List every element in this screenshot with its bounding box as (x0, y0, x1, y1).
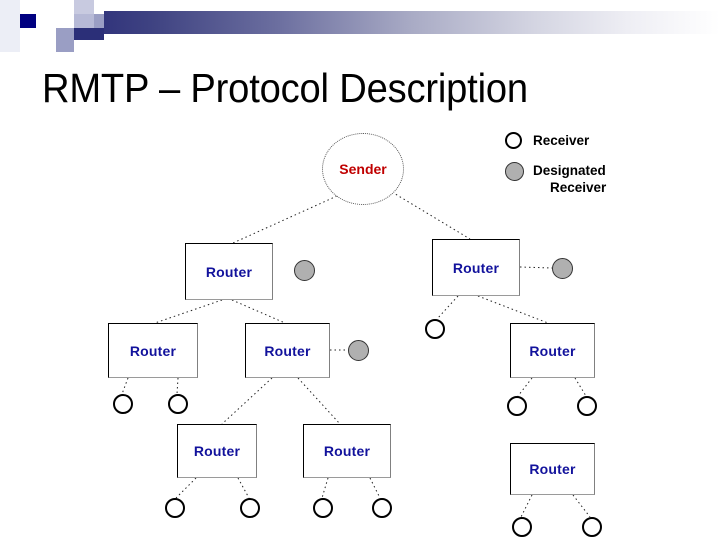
receiver-node-rx9[interactable] (372, 498, 392, 518)
legend-label-designated-receiver-line2: Receiver (550, 180, 607, 195)
diagram-legend: Receiver Designated Receiver (505, 128, 720, 203)
edge-r2-to-dr2 (519, 266, 553, 269)
router-node-r2[interactable]: Router (432, 239, 520, 296)
edge-r5-to-rx5 (574, 377, 587, 397)
router-node-r4[interactable]: Router (245, 323, 330, 378)
designated-receiver-node-dr2[interactable] (552, 258, 573, 279)
edge-r3-to-rx2 (121, 377, 129, 395)
router-node-r8[interactable]: Router (510, 443, 595, 495)
edge-r7-to-rx8 (321, 477, 329, 499)
edge-sender-to-r1 (232, 195, 338, 244)
router-node-r6[interactable]: Router (177, 424, 257, 478)
receiver-node-rx2[interactable] (113, 394, 133, 414)
router-node-r7[interactable]: Router (303, 424, 391, 478)
router-label: Router (264, 342, 311, 359)
router-node-r3[interactable]: Router (108, 323, 198, 378)
router-label: Router (529, 461, 576, 477)
edge-r1-to-r3 (154, 299, 223, 324)
receiver-node-rx11[interactable] (582, 517, 602, 537)
router-node-r5[interactable]: Router (510, 323, 595, 378)
router-label: Router (129, 342, 177, 359)
router-node-r1[interactable]: Router (185, 243, 273, 300)
receiver-node-rx8[interactable] (313, 498, 333, 518)
sender-label: Sender (339, 161, 387, 177)
edge-sender-to-r2 (391, 191, 471, 240)
edge-r2-to-r5 (477, 295, 549, 324)
router-label: Router (529, 342, 576, 359)
edge-r7-to-rx9 (369, 477, 381, 499)
designated-receiver-node-dr3[interactable] (348, 340, 369, 361)
sender-node[interactable]: Sender (322, 133, 404, 205)
designated-receiver-node-dr1[interactable] (294, 260, 315, 281)
receiver-node-rx6[interactable] (165, 498, 185, 518)
legend-label-designated-receiver-line1: Designated (533, 163, 606, 178)
router-label: Router (193, 443, 241, 459)
receiver-node-rx4[interactable] (507, 396, 527, 416)
receiver-node-rx5[interactable] (577, 396, 597, 416)
router-label: Router (452, 259, 500, 276)
receiver-node-rx10[interactable] (512, 517, 532, 537)
edge-r8-to-rx11 (572, 494, 591, 518)
edge-r4-to-r6 (221, 377, 273, 425)
designated-receiver-circle-icon (505, 162, 524, 181)
legend-label-receiver: Receiver (533, 133, 590, 148)
receiver-node-rx3[interactable] (168, 394, 188, 414)
edge-r1-to-r4 (231, 299, 286, 324)
edge-r2-to-rx1 (436, 295, 459, 320)
edge-r6-to-rx7 (237, 477, 250, 499)
router-label: Router (323, 443, 371, 459)
receiver-node-rx7[interactable] (240, 498, 260, 518)
edge-r4-to-r7 (297, 377, 341, 425)
router-label: Router (205, 263, 253, 280)
edge-r3-to-rx3 (176, 377, 179, 395)
edge-r8-to-rx10 (520, 494, 533, 518)
receiver-node-rx1[interactable] (425, 319, 445, 339)
edge-r6-to-rx6 (175, 477, 197, 499)
rmtp-protocol-diagram: Sender Router Router Router Router Router Rout… (0, 0, 720, 540)
receiver-circle-icon (505, 132, 522, 149)
edge-r5-to-rx4 (517, 377, 533, 397)
